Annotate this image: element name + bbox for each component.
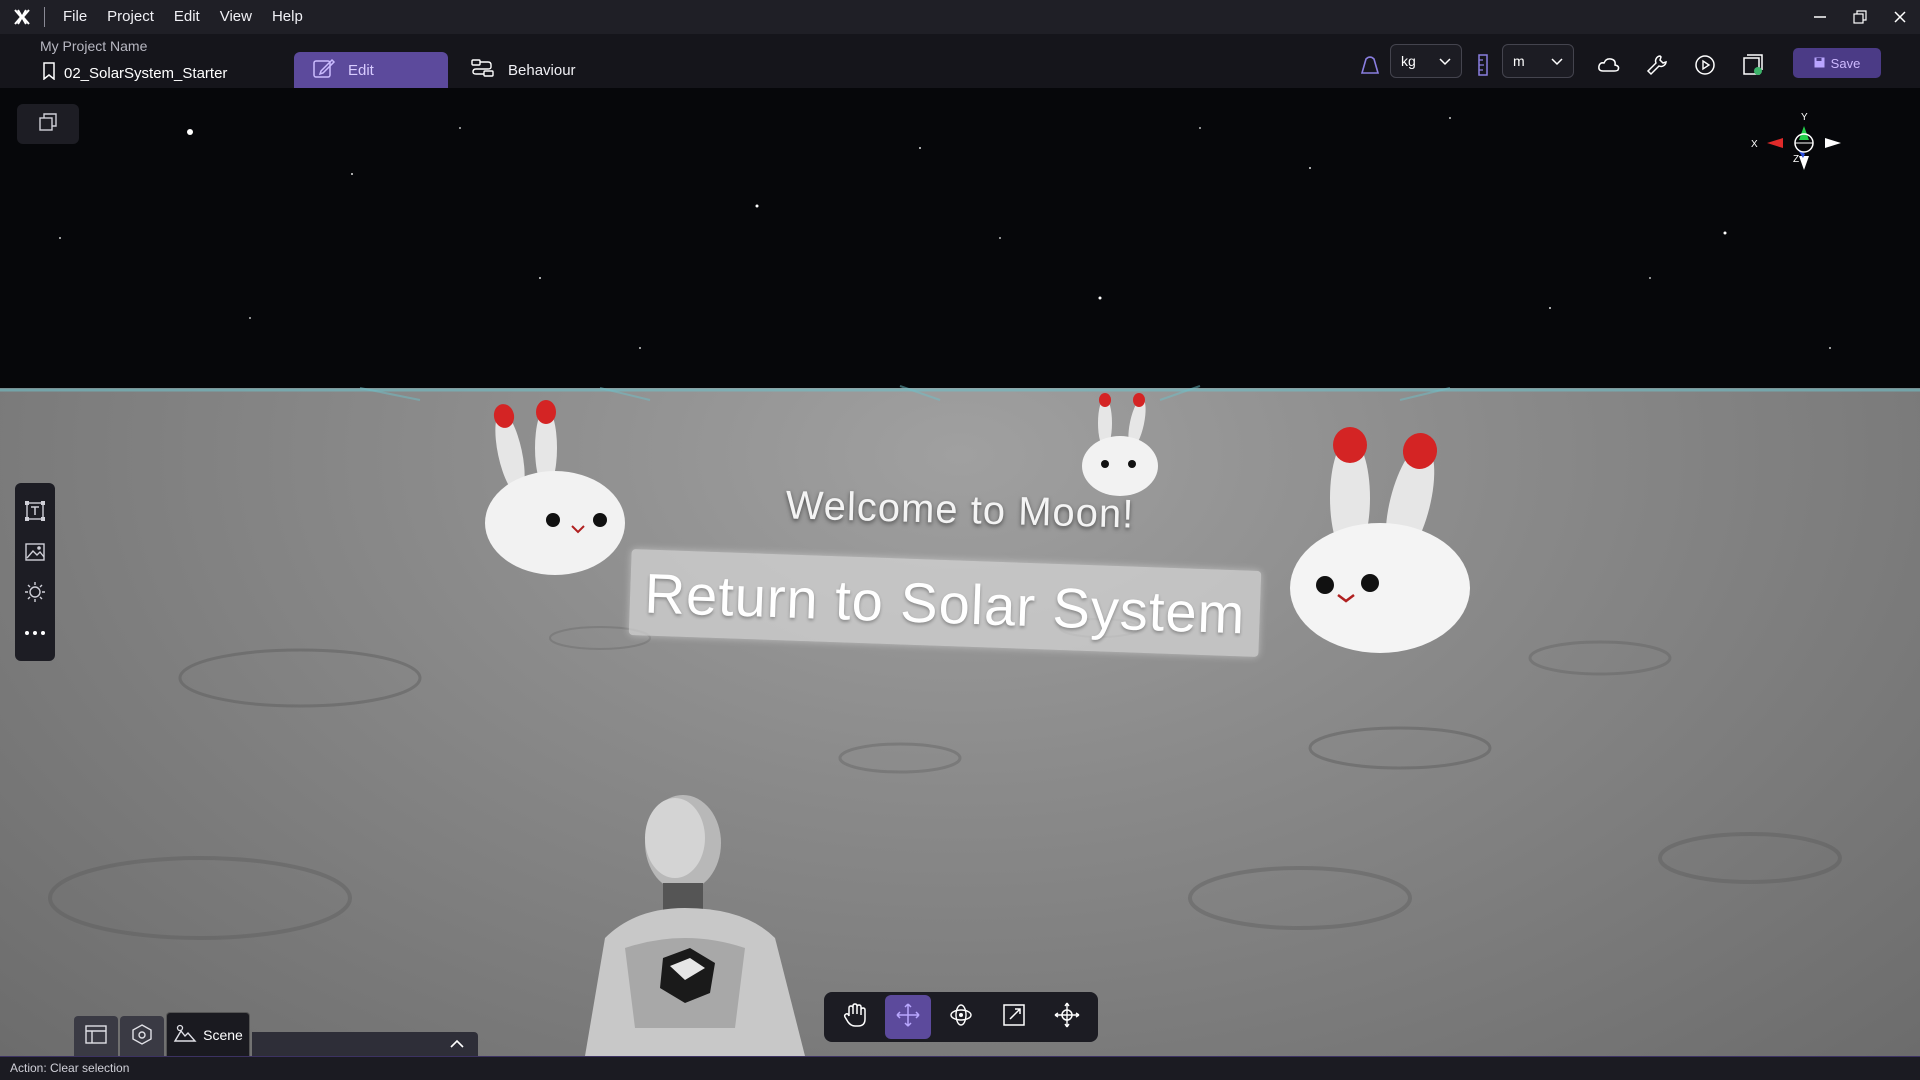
chevron-up-icon	[450, 1035, 464, 1053]
behaviour-icon	[470, 57, 496, 83]
mass-unit-select[interactable]: kg	[1390, 44, 1462, 78]
chevron-down-icon	[1551, 53, 1563, 69]
ruler-icon	[1466, 48, 1500, 82]
save-button-label: Save	[1830, 55, 1861, 71]
rabbit-right[interactable]	[1280, 423, 1480, 653]
light-icon[interactable]	[20, 577, 50, 607]
welcome-text: Welcome to Moon!	[785, 483, 1135, 537]
bookmark-icon	[42, 62, 56, 84]
cloud-icon[interactable]	[1592, 48, 1626, 82]
menu-view[interactable]: View	[210, 0, 262, 34]
project-name: My Project Name	[40, 38, 148, 54]
tab-scene-label: Scene	[203, 1026, 243, 1043]
restore-icon[interactable]	[1840, 0, 1880, 34]
cube-icon	[131, 1023, 153, 1050]
rabbit-left[interactable]	[480, 398, 630, 578]
3d-viewport[interactable]: Welcome to Moon! Return to Solar System …	[0, 88, 1920, 1056]
scene-icon	[173, 1023, 197, 1046]
starfield	[0, 88, 1920, 388]
menu-file[interactable]: File	[53, 0, 97, 34]
image-icon[interactable]	[20, 537, 50, 567]
move-tool[interactable]	[884, 995, 931, 1039]
project-bar: My Project Name 02_SolarSystem_Starter E…	[0, 34, 1920, 88]
title-separator	[44, 7, 45, 27]
rabbit-far[interactable]	[1075, 388, 1165, 498]
tab-assets[interactable]	[74, 1016, 118, 1056]
moon-craters	[0, 385, 1920, 940]
tab-behaviour-label: Behaviour	[508, 61, 576, 79]
scale-tool[interactable]	[991, 995, 1037, 1039]
axis-gizmo[interactable]: Y X Z	[1745, 98, 1855, 198]
hand-icon	[843, 1002, 867, 1033]
tab-edit[interactable]: Edit	[294, 52, 448, 88]
robot-avatar[interactable]	[545, 788, 845, 1056]
more-icon[interactable]	[20, 618, 50, 648]
save-button[interactable]: Save	[1793, 48, 1881, 78]
floppy-icon	[1814, 56, 1825, 71]
rotate-tool[interactable]	[938, 995, 984, 1039]
transform-all-tool[interactable]	[1044, 995, 1090, 1039]
panel-expand-bar[interactable]	[252, 1032, 478, 1056]
crosshair-icon	[1054, 1002, 1080, 1033]
camera-toggle-button[interactable]	[17, 104, 79, 144]
edit-icon	[312, 57, 336, 83]
text-object-icon[interactable]	[20, 496, 50, 526]
tab-edit-label: Edit	[348, 61, 374, 79]
length-unit-value: m	[1513, 53, 1525, 69]
close-icon[interactable]	[1880, 0, 1920, 34]
app-logo-icon	[0, 0, 44, 34]
publish-icon[interactable]	[1736, 48, 1770, 82]
scene-name[interactable]: 02_SolarSystem_Starter	[42, 62, 227, 84]
chevron-down-icon	[1439, 53, 1451, 69]
move-arrows-icon	[895, 1002, 921, 1033]
menu-edit[interactable]: Edit	[164, 0, 210, 34]
tab-behaviour[interactable]: Behaviour	[452, 52, 594, 88]
copy-icon	[38, 112, 58, 137]
transform-toolbar	[824, 992, 1098, 1042]
gizmo-x-label: X	[1751, 139, 1758, 150]
play-icon[interactable]	[1688, 48, 1722, 82]
status-bar: Action: Clear selection	[0, 1056, 1920, 1080]
length-unit-select[interactable]: m	[1502, 44, 1574, 78]
rotate-icon	[948, 1002, 974, 1033]
scale-icon	[1002, 1003, 1026, 1032]
minimize-icon[interactable]	[1800, 0, 1840, 34]
pan-tool[interactable]	[832, 995, 878, 1039]
title-bar: File Project Edit View Help	[0, 0, 1920, 34]
mass-icon	[1353, 48, 1387, 82]
menu-project[interactable]: Project	[97, 0, 164, 34]
tab-objects[interactable]	[120, 1016, 164, 1056]
mass-unit-value: kg	[1401, 53, 1416, 69]
bottom-panel-tabs: Scene	[74, 1012, 478, 1056]
menu-help[interactable]: Help	[262, 0, 313, 34]
scene-name-label: 02_SolarSystem_Starter	[64, 64, 228, 82]
left-toolbar	[15, 483, 55, 661]
assets-icon	[84, 1023, 108, 1050]
wrench-icon[interactable]	[1640, 48, 1674, 82]
gizmo-z-label: Z	[1793, 154, 1799, 165]
gizmo-y-label: Y	[1801, 112, 1808, 123]
tab-scene[interactable]: Scene	[166, 1012, 250, 1056]
